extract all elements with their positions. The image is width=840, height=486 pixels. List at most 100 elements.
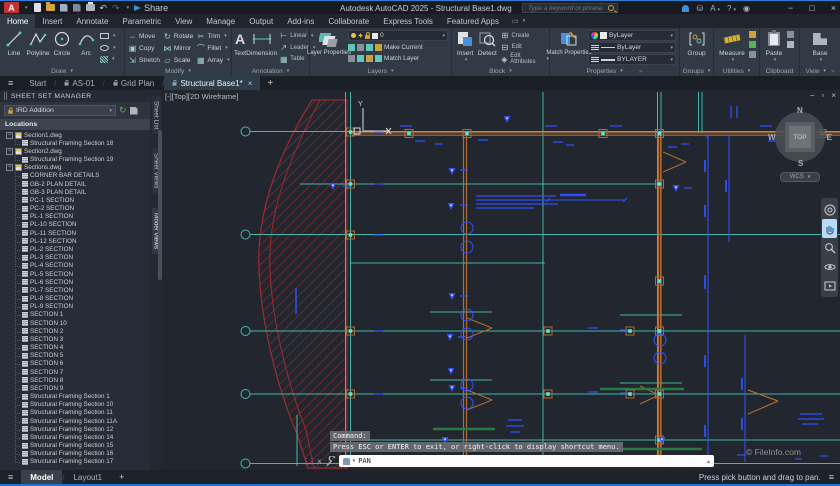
tree-view-pl-5-section[interactable]: PL-5 SECTION xyxy=(0,268,150,278)
app-menu-caret-icon[interactable]: ▾ xyxy=(25,5,28,11)
panel-label-draw[interactable]: Draw ▾ xyxy=(0,66,124,76)
tree-view-section-7[interactable]: SECTION 7 xyxy=(0,366,150,376)
open-file-icon[interactable] xyxy=(45,2,55,11)
tree-view-section-2[interactable]: SECTION 2 xyxy=(0,325,150,335)
tree-view-structural-framing-section-19[interactable]: Structural Framing Section 19 xyxy=(0,154,150,164)
circle-tool[interactable]: Circle xyxy=(50,29,74,66)
tool-stretch[interactable]: ⇲ Stretch xyxy=(128,54,160,66)
tree-node-sections-dwg[interactable]: − Sections.dwg xyxy=(0,164,150,172)
collapse-icon[interactable]: − xyxy=(6,131,13,139)
tree-node-section2-dwg[interactable]: − Section2.dwg xyxy=(0,147,150,155)
search-input[interactable] xyxy=(526,3,609,13)
tree-view-pl-11-section[interactable]: PL-11 SECTION xyxy=(0,227,150,237)
command-options-caret[interactable]: ▾ xyxy=(353,458,356,464)
tree-view-section-1[interactable]: SECTION 1 xyxy=(0,309,150,319)
viewcube-east[interactable]: E xyxy=(827,133,832,142)
quick-calc-icon[interactable] xyxy=(749,31,756,38)
qat-customize-icon[interactable]: ▾ xyxy=(127,5,130,11)
panel-label-block[interactable]: Block ▾ xyxy=(452,66,549,76)
new-drawing-tab-button[interactable]: + xyxy=(260,76,280,90)
steering-wheel-icon[interactable] xyxy=(822,200,837,219)
viewcube-north[interactable]: N xyxy=(797,106,803,115)
viewcube-west[interactable]: W xyxy=(768,133,776,142)
panel-label-clipboard[interactable]: Clipboard xyxy=(760,66,799,76)
tool-scale[interactable]: ▱ Scale xyxy=(163,54,193,66)
tool-rotate[interactable]: ↻ Rotate xyxy=(163,30,193,42)
tree-view-pl-7-section[interactable]: PL-7 SECTION xyxy=(0,284,150,294)
close-button[interactable]: × xyxy=(831,3,836,13)
add-location-icon[interactable] xyxy=(129,106,138,115)
panel-label-properties[interactable]: Properties ▾» xyxy=(550,66,679,76)
autodesk-account-icon[interactable]: A ▾ xyxy=(710,4,720,13)
locations-header[interactable]: Locations xyxy=(0,119,150,130)
tree-node-section1-dwg[interactable]: − Section1.dwg xyxy=(0,131,150,139)
autocad-logo[interactable]: A xyxy=(4,2,19,13)
tree-view-structural-framing-section-11[interactable]: Structural Framing Section 11 xyxy=(0,407,150,417)
paste-tool[interactable]: Paste ▾ xyxy=(763,29,785,66)
customization-menu-icon[interactable]: ≡ xyxy=(829,472,834,482)
command-input[interactable]: ▾ PAN ▴ xyxy=(338,455,714,467)
ribbon-tab-annotate[interactable]: Annotate xyxy=(69,14,115,28)
viewport-controls-label[interactable]: [-][Top][2D Wireframe] xyxy=(165,92,238,101)
tree-view-gb-3-plan-detail[interactable]: GB-3 PLAN DETAIL xyxy=(0,186,150,196)
copy-clip-icon[interactable] xyxy=(787,31,794,38)
base-view-tool[interactable]: Base ▾ xyxy=(807,29,833,66)
tree-view-section-3[interactable]: SECTION 3 xyxy=(0,333,150,343)
dimension-tool[interactable]: Dimension xyxy=(246,29,277,66)
detect-tool[interactable]: Detect xyxy=(476,29,498,66)
minimize-button[interactable]: − xyxy=(788,3,793,13)
zoom-tool-icon[interactable] xyxy=(822,238,837,257)
tool-fillet[interactable]: ⌒ Fillet ▾ xyxy=(196,42,229,54)
tree-view-pl-8-section[interactable]: PL-8 SECTION xyxy=(0,293,150,302)
utility-icon[interactable] xyxy=(749,51,756,58)
tree-view-pl-3-section[interactable]: PL-3 SECTION xyxy=(0,252,150,262)
cart-icon[interactable]: ⛁ xyxy=(696,4,703,13)
line-tool[interactable]: Line xyxy=(2,29,26,66)
customize-wrench-icon[interactable] xyxy=(325,455,336,467)
layer-properties-tool[interactable]: Layer Properties xyxy=(307,29,351,66)
sheet-set-dropdown[interactable]: IRD Addition ▾ xyxy=(4,105,116,116)
tree-view-pl-1-section[interactable]: PL-1 SECTION xyxy=(0,211,150,221)
command-close-icon[interactable]: × xyxy=(317,457,322,466)
command-line[interactable]: ⋮⋮ × ▾ PAN ▴ xyxy=(302,454,714,468)
tree-view-pl-6-section[interactable]: PL-6 SECTION xyxy=(0,276,150,286)
redo-icon[interactable]: ↷ xyxy=(112,3,120,13)
palette-tab-sheet-list[interactable]: Sheet List xyxy=(151,96,161,135)
layout-tab-layout1[interactable]: Layout1 xyxy=(65,470,111,484)
id-point-icon[interactable] xyxy=(749,41,756,48)
wcs-menu[interactable]: WCS ▾ xyxy=(780,172,820,182)
match-properties-tool[interactable]: Match Properties xyxy=(546,29,592,66)
command-history-icon[interactable]: ▴ xyxy=(707,458,710,465)
viewport-close-icon[interactable]: × xyxy=(831,91,836,100)
tree-view-structural-framing-section-15[interactable]: Structural Framing Section 15 xyxy=(0,440,150,450)
tree-view-pl-4-section[interactable]: PL-4 SECTION xyxy=(0,260,150,270)
create-block-tool[interactable]: ⊞ Create xyxy=(500,31,549,41)
ribbon-tab-collaborate[interactable]: Collaborate xyxy=(321,14,376,28)
tool-trim[interactable]: ✂ Trim ▾ xyxy=(196,30,229,42)
object-color-combo[interactable]: ByLayer ▾ xyxy=(588,30,676,41)
tree-view-section-10[interactable]: SECTION 10 xyxy=(0,317,150,327)
search-icon[interactable] xyxy=(608,5,614,11)
ribbon-tab-parametric[interactable]: Parametric xyxy=(115,14,168,28)
tree-view-structural-framing-section-16[interactable]: Structural Framing Section 16 xyxy=(0,448,150,458)
tree-view-section-9[interactable]: SECTION 9 xyxy=(0,382,150,392)
collapse-icon[interactable]: − xyxy=(6,164,13,172)
rectangle-tool[interactable]: ▾ xyxy=(100,31,116,41)
lineweight-combo[interactable]: BYLAYER ▾ xyxy=(588,54,676,65)
close-file-tab-icon[interactable]: × xyxy=(248,79,253,88)
tree-view-section-5[interactable]: SECTION 5 xyxy=(0,350,150,360)
new-file-icon[interactable] xyxy=(33,3,41,12)
sign-in-icon[interactable] xyxy=(682,4,690,12)
tool-move[interactable]: ⇔ Move xyxy=(128,30,160,42)
viewcube-south[interactable]: S xyxy=(798,159,803,168)
show-motion-icon[interactable] xyxy=(822,276,837,295)
cad-drawing[interactable]: Y xyxy=(162,90,840,470)
tree-view-pl-10-section[interactable]: PL-10 SECTION xyxy=(0,219,150,229)
panel-label-utilities[interactable]: Utilities ▾ xyxy=(714,66,759,76)
panel-label-view[interactable]: View ▾» xyxy=(800,66,840,76)
tree-view-structural-framing-section-14[interactable]: Structural Framing Section 14 xyxy=(0,431,150,441)
text-tool[interactable]: A Text xyxy=(234,29,246,66)
tree-view-corner-bar-details[interactable]: CORNER BAR DETAILS xyxy=(0,170,150,180)
viewcube[interactable]: N W E S TOP xyxy=(768,106,832,168)
hatch-region[interactable] xyxy=(258,99,348,469)
